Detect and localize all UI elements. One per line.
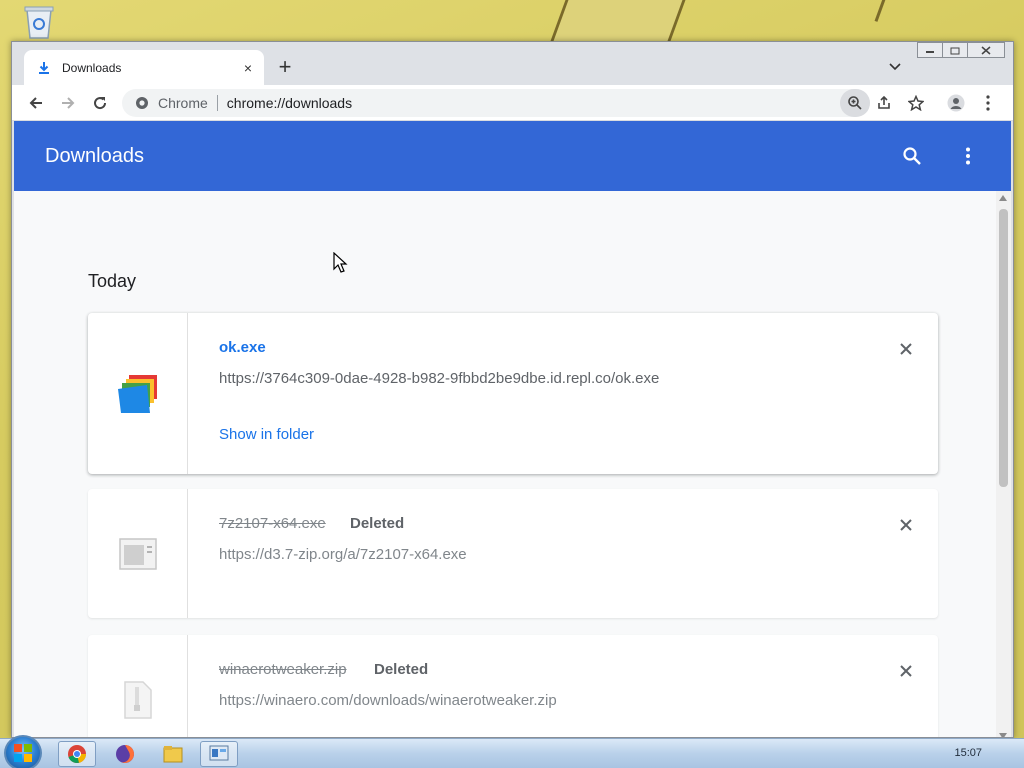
scroll-thumb[interactable] bbox=[999, 209, 1008, 487]
search-downloads-button[interactable] bbox=[900, 144, 924, 168]
zoom-in-icon bbox=[848, 96, 862, 110]
tab-title: Downloads bbox=[62, 60, 122, 75]
back-button[interactable] bbox=[24, 91, 48, 115]
remove-from-list-button[interactable] bbox=[894, 659, 918, 683]
forward-button[interactable] bbox=[56, 91, 80, 115]
star-icon bbox=[908, 95, 924, 111]
recycle-bin-icon[interactable] bbox=[22, 4, 56, 40]
tab-strip: Downloads × + bbox=[12, 42, 1013, 85]
status-deleted: Deleted bbox=[350, 515, 405, 532]
bookmark-button[interactable] bbox=[904, 91, 928, 115]
file-name-link[interactable]: ok.exe bbox=[219, 339, 266, 356]
download-item: winaerotweaker.zip Deleted https://winae… bbox=[88, 635, 938, 737]
download-details: winaerotweaker.zip Deleted https://winae… bbox=[219, 635, 899, 737]
taskbar-firefox[interactable] bbox=[106, 741, 144, 767]
chrome-logo-icon bbox=[134, 95, 150, 111]
show-in-folder-link[interactable]: Show in folder bbox=[219, 426, 314, 443]
vertical-scrollbar[interactable] bbox=[996, 191, 1011, 737]
file-url[interactable]: https://winaero.com/downloads/winaerotwe… bbox=[219, 692, 557, 709]
generic-exe-icon bbox=[118, 537, 157, 570]
download-item: ok.exe https://3764c309-0dae-4928-b982-9… bbox=[88, 313, 938, 474]
remove-from-list-button[interactable] bbox=[894, 337, 918, 361]
date-heading: Today bbox=[88, 271, 137, 291]
download-icon bbox=[36, 60, 52, 76]
file-explorer-icon bbox=[163, 746, 183, 763]
taskbar-control-panel[interactable] bbox=[200, 741, 238, 767]
address-bar[interactable]: Chrome chrome://downloads bbox=[122, 89, 870, 117]
downloads-menu-button[interactable] bbox=[956, 144, 980, 168]
status-deleted: Deleted bbox=[374, 661, 429, 678]
profile-button[interactable] bbox=[944, 91, 968, 115]
firefox-icon bbox=[116, 745, 134, 763]
search-icon bbox=[903, 147, 921, 165]
download-details: 7z2107-x64.exe Deleted https://d3.7-zip.… bbox=[219, 489, 899, 618]
arrow-right-icon bbox=[62, 97, 75, 109]
file-icon-area bbox=[88, 635, 188, 737]
chevron-down-icon bbox=[889, 63, 901, 71]
page-title: Downloads bbox=[45, 145, 144, 167]
start-button[interactable] bbox=[4, 735, 42, 768]
file-icon-area bbox=[88, 313, 188, 474]
file-name: 7z2107-x64.exe bbox=[219, 515, 326, 532]
close-icon bbox=[900, 343, 912, 355]
file-name: winaerotweaker.zip bbox=[219, 661, 347, 678]
file-url[interactable]: https://d3.7-zip.org/a/7z2107-x64.exe bbox=[219, 546, 467, 563]
address-chip: Chrome bbox=[158, 95, 208, 111]
zip-file-icon bbox=[123, 680, 152, 719]
browser-toolbar: Chrome chrome://downloads bbox=[12, 85, 1013, 121]
taskbar-chrome[interactable] bbox=[58, 741, 96, 767]
close-icon bbox=[900, 665, 912, 677]
avatar-icon bbox=[947, 94, 965, 112]
kebab-menu-icon bbox=[986, 95, 990, 111]
share-button[interactable] bbox=[872, 91, 896, 115]
reload-button[interactable] bbox=[88, 91, 112, 115]
downloads-header: Downloads bbox=[14, 121, 1011, 191]
mouse-cursor-icon bbox=[333, 252, 348, 273]
file-icon-area bbox=[88, 489, 188, 618]
chrome-icon bbox=[68, 745, 87, 764]
scroll-up-arrow[interactable] bbox=[999, 195, 1007, 201]
kebab-menu-icon bbox=[966, 147, 970, 165]
minimize-icon bbox=[926, 51, 934, 53]
windows-logo-icon bbox=[14, 744, 32, 762]
new-tab-button[interactable]: + bbox=[274, 54, 296, 79]
restore-icon bbox=[950, 47, 960, 54]
taskbar-file-explorer[interactable] bbox=[154, 741, 192, 767]
close-tab-button[interactable]: × bbox=[238, 58, 258, 78]
taskbar: 15:07 bbox=[0, 735, 1024, 768]
browser-menu-button[interactable] bbox=[976, 91, 1000, 115]
minimize-button[interactable] bbox=[917, 42, 943, 58]
address-separator bbox=[216, 95, 218, 111]
reload-icon bbox=[94, 97, 107, 110]
close-icon bbox=[900, 519, 912, 531]
url-text[interactable]: chrome://downloads bbox=[227, 95, 352, 111]
control-panel-icon bbox=[209, 745, 229, 761]
file-url[interactable]: https://3764c309-0dae-4928-b982-9fbbd2be… bbox=[219, 370, 659, 387]
tab-search-button[interactable] bbox=[884, 56, 906, 78]
tab-downloads[interactable]: Downloads × bbox=[24, 50, 264, 85]
exe-program-icon bbox=[117, 374, 157, 413]
download-details: ok.exe https://3764c309-0dae-4928-b982-9… bbox=[219, 313, 899, 474]
zoom-button[interactable] bbox=[840, 89, 870, 117]
downloads-page: Downloads Today ok.exe https://3764c309-… bbox=[14, 121, 1011, 737]
browser-window: Downloads × + Chrome chrome://downloads … bbox=[11, 41, 1014, 738]
share-icon bbox=[878, 95, 890, 109]
arrow-left-icon bbox=[29, 97, 42, 109]
restore-button[interactable] bbox=[942, 42, 968, 58]
system-clock[interactable]: 15:07 bbox=[954, 747, 982, 759]
close-icon bbox=[981, 45, 991, 55]
remove-from-list-button[interactable] bbox=[894, 513, 918, 537]
download-item: 7z2107-x64.exe Deleted https://d3.7-zip.… bbox=[88, 489, 938, 618]
close-window-button[interactable] bbox=[967, 42, 1005, 58]
